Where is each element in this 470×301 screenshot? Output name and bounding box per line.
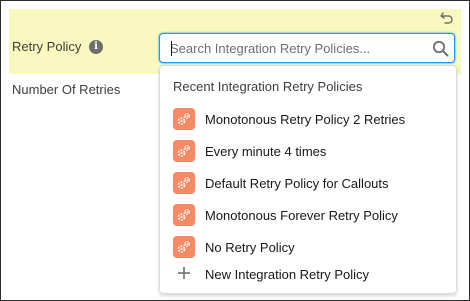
info-icon[interactable]: i	[89, 40, 103, 54]
gears-icon	[173, 236, 195, 258]
list-item-label: Monotonous Forever Retry Policy	[205, 208, 398, 223]
list-item-label: Monotonous Retry Policy 2 Retries	[205, 112, 406, 127]
list-item-label: No Retry Policy	[205, 240, 295, 255]
lookup-results-dropdown: Recent Integration Retry Policies Monoto…	[159, 65, 457, 294]
gears-icon	[173, 172, 195, 194]
list-item-label: Default Retry Policy for Callouts	[205, 176, 389, 191]
gears-icon	[173, 204, 195, 226]
new-retry-policy-label: New Integration Retry Policy	[205, 267, 370, 282]
plus-icon	[177, 266, 191, 280]
list-item[interactable]: Monotonous Retry Policy 2 Retries	[160, 103, 456, 135]
dropdown-header: Recent Integration Retry Policies	[173, 79, 363, 94]
list-item[interactable]: Default Retry Policy for Callouts	[160, 167, 456, 199]
gears-icon	[173, 140, 195, 162]
search-input[interactable]	[170, 34, 426, 62]
retry-policy-form: Retry Policy i Number Of Retries Recent …	[0, 0, 470, 301]
retry-policy-label: Retry Policy	[12, 39, 82, 54]
text-cursor	[171, 41, 172, 56]
undo-icon[interactable]	[439, 10, 455, 26]
list-item[interactable]: Monotonous Forever Retry Policy	[160, 199, 456, 231]
retry-policy-lookup[interactable]	[159, 33, 455, 63]
number-of-retries-label: Number Of Retries	[12, 82, 121, 97]
new-retry-policy-action[interactable]: New Integration Retry Policy	[160, 258, 456, 290]
list-item[interactable]: Every minute 4 times	[160, 135, 456, 167]
gears-icon	[173, 108, 195, 130]
search-icon[interactable]	[432, 40, 449, 57]
list-item-label: Every minute 4 times	[205, 144, 327, 159]
